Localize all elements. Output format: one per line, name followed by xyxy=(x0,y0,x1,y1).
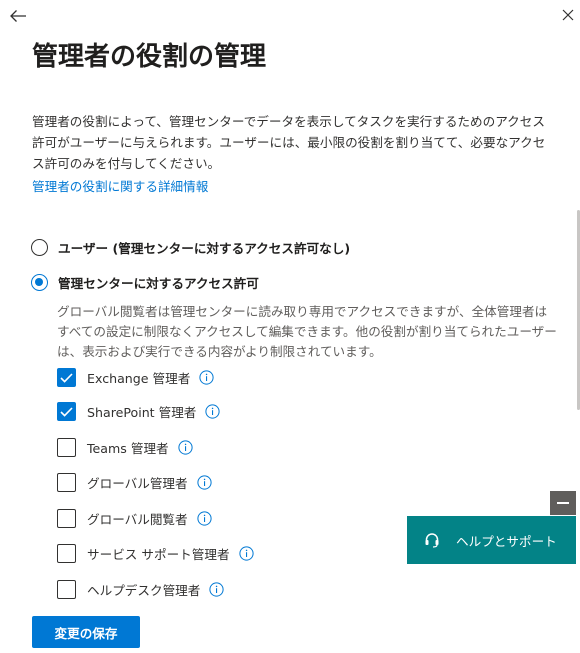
role-label: グローバル閲覧者 xyxy=(87,512,188,527)
info-icon[interactable] xyxy=(197,475,212,490)
radio-user[interactable] xyxy=(31,239,48,256)
info-icon[interactable] xyxy=(178,440,193,455)
help-and-support-button[interactable]: ヘルプとサポート xyxy=(407,516,576,564)
help-label: ヘルプとサポート xyxy=(456,533,557,549)
headset-icon xyxy=(424,532,440,548)
role-row[interactable]: サービス サポート管理者 xyxy=(57,544,254,563)
role-row[interactable]: Teams 管理者 xyxy=(57,438,193,457)
role-label: Teams 管理者 xyxy=(87,441,169,456)
radio-admin-label: 管理センターに対するアクセス許可 xyxy=(58,276,259,291)
role-checkbox[interactable] xyxy=(57,473,76,492)
back-button[interactable] xyxy=(6,4,30,28)
role-checkbox[interactable] xyxy=(57,509,76,528)
role-label: Exchange 管理者 xyxy=(87,371,191,386)
role-checkbox[interactable] xyxy=(57,580,76,599)
role-label: SharePoint 管理者 xyxy=(87,405,197,420)
role-row[interactable]: ヘルプデスク管理者 xyxy=(57,580,224,599)
roles-description: 管理者の役割によって、管理センターでデータを表示してタスクを実行するためのアクセ… xyxy=(32,114,546,171)
role-label: グローバル管理者 xyxy=(87,476,188,491)
radio-user-label: ユーザー (管理センターに対するアクセス許可なし) xyxy=(58,241,351,256)
role-label: サービス サポート管理者 xyxy=(87,547,230,562)
page-title: 管理者の役割の管理 xyxy=(32,42,267,72)
role-label: ヘルプデスク管理者 xyxy=(87,583,201,598)
radio-admin[interactable] xyxy=(31,274,48,291)
checkmark-icon xyxy=(60,372,73,383)
admin-access-description: グローバル閲覧者は管理センターに読み取り専用でアクセスできますが、全体管理者はす… xyxy=(57,304,557,359)
minimize-icon xyxy=(557,502,569,504)
close-icon xyxy=(562,9,574,21)
help-minimize-button[interactable] xyxy=(550,491,576,515)
role-checkbox[interactable] xyxy=(57,544,76,563)
save-changes-button[interactable]: 変更の保存 xyxy=(32,616,140,648)
role-checkbox[interactable] xyxy=(57,368,76,387)
info-icon[interactable] xyxy=(199,370,214,385)
role-checkbox[interactable] xyxy=(57,402,76,421)
back-arrow-icon xyxy=(10,10,26,22)
role-row[interactable]: グローバル閲覧者 xyxy=(57,509,212,528)
info-icon[interactable] xyxy=(197,511,212,526)
role-row[interactable]: Exchange 管理者 xyxy=(57,368,214,387)
role-row[interactable]: グローバル管理者 xyxy=(57,473,212,492)
info-icon[interactable] xyxy=(205,404,221,419)
role-row[interactable]: SharePoint 管理者 xyxy=(57,402,221,421)
radio-option-user[interactable]: ユーザー (管理センターに対するアクセス許可なし) xyxy=(31,238,350,257)
radio-option-admin[interactable]: 管理センターに対するアクセス許可 xyxy=(31,273,259,292)
info-icon[interactable] xyxy=(238,546,254,561)
checkmark-icon xyxy=(60,406,73,417)
learn-more-link[interactable]: 管理者の役割に関する詳細情報 xyxy=(32,176,208,195)
role-checkbox[interactable] xyxy=(57,438,76,457)
info-icon[interactable] xyxy=(209,582,224,597)
